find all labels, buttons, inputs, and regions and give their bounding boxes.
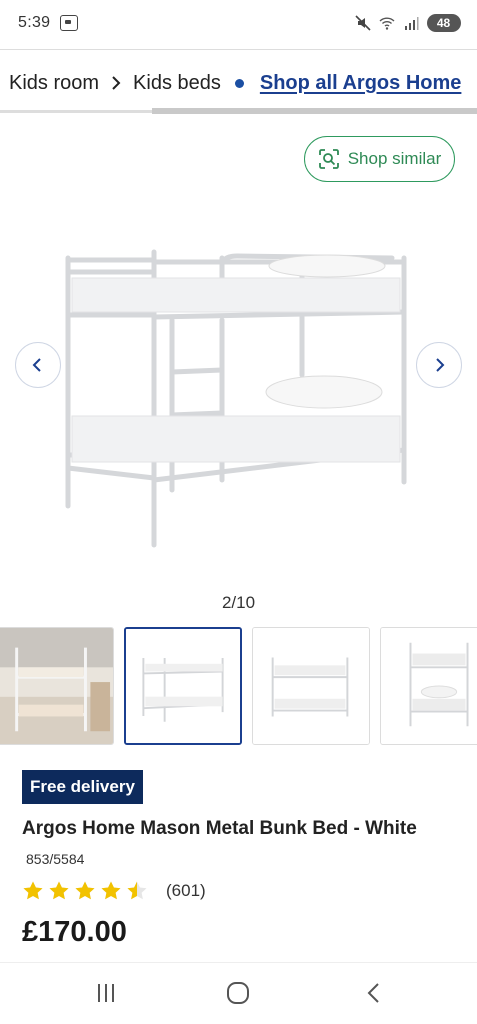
star-icon [23,881,43,900]
breadcrumb-kids-room[interactable]: Kids room [9,72,99,95]
mute-icon [355,15,371,31]
bullet-dot [234,78,244,88]
back-icon [367,983,379,1003]
battery-icon: 48 [427,14,461,32]
thumbnail-image-bunk-front [253,628,369,744]
breadcrumb: Kids room Kids beds Shop all Argos Home [9,64,461,102]
status-bar: 5:39 48 [0,0,477,46]
back-button[interactable] [356,977,392,1009]
chevron-right-icon [112,76,121,90]
wifi-icon [379,17,395,30]
shop-similar-button[interactable]: Shop similar [304,136,455,182]
shop-all-argos-home-link[interactable]: Shop all Argos Home [260,72,462,95]
thumbnail-3[interactable] [252,627,370,745]
star-icon [101,881,121,900]
thumbnail-strip [0,627,477,745]
rating-stars [22,880,148,902]
chevron-left-icon [32,358,41,372]
gallery-next-button[interactable] [416,342,462,388]
review-count[interactable]: (601) [166,881,206,901]
free-delivery-badge: Free delivery [22,770,143,804]
recent-apps-button[interactable] [88,977,124,1009]
system-nav-bar [0,962,477,1024]
product-sku: 853/5584 [26,851,85,867]
star-icon [75,881,95,900]
chevron-right-icon [436,358,445,372]
product-title-text: Argos Home Mason Metal Bunk Bed - White [22,818,417,839]
breadcrumb-kids-beds[interactable]: Kids beds [133,72,221,95]
product-main-image[interactable] [62,220,414,590]
gallery-prev-button[interactable] [15,342,61,388]
screen-record-icon [60,15,79,31]
lens-icon [318,149,339,169]
battery-level: 48 [436,16,451,30]
thumbnail-2[interactable] [124,627,242,745]
thumbnail-image-bunk-side [381,628,477,744]
product-price: £170.00 [22,916,127,948]
status-icons: 48 [355,14,461,32]
shop-similar-label: Shop similar [347,149,442,168]
thumbnail-4[interactable] [380,627,477,745]
home-icon [227,982,249,1004]
recent-apps-icon [98,984,114,1002]
gallery-counter: 2/10 [221,593,256,612]
thumbnail-image-room [0,628,113,744]
thumbnail-image-bunk-angle [126,629,240,743]
home-button[interactable] [220,977,256,1009]
breadcrumb-scrollbar[interactable] [152,108,477,114]
signal-icon [405,17,419,30]
thumbnail-1[interactable] [0,627,114,745]
star-icon [49,881,69,900]
star-icon [127,881,147,900]
product-gallery [0,200,477,600]
divider [0,49,477,50]
product-rating[interactable]: (601) [22,880,206,902]
product-title: Argos Home Mason Metal Bunk Bed - White … [22,814,462,874]
status-time: 5:39 [18,14,51,31]
